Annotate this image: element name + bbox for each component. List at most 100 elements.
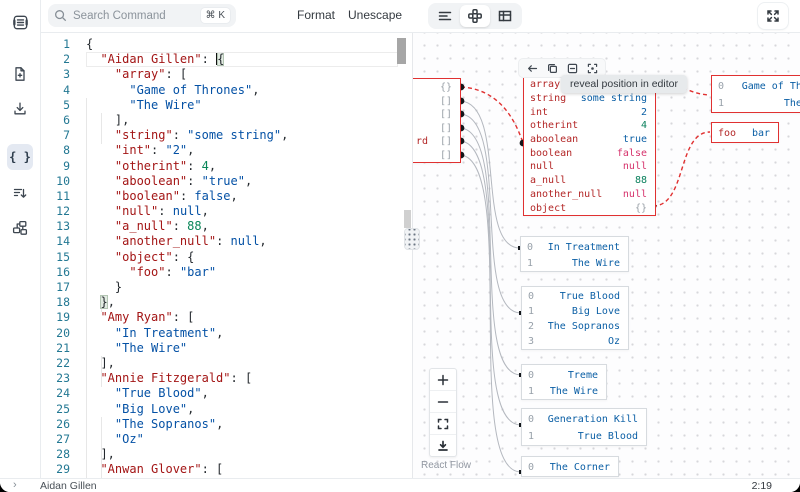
code-line: 22 ],	[40, 356, 398, 371]
code-line: 16 "foo": "bar"	[40, 265, 398, 280]
back-icon[interactable]	[526, 62, 538, 74]
code-line: 4 "Game of Thrones",	[40, 83, 398, 98]
line-number: 29	[40, 462, 70, 477]
line-number: 10	[40, 174, 70, 189]
code-line: 27 "Oz"	[40, 432, 398, 447]
text-view-button[interactable]	[430, 5, 460, 27]
line-number: 3	[40, 67, 70, 82]
download-icon[interactable]	[7, 96, 33, 122]
line-number: 21	[40, 341, 70, 356]
line-number: 16	[40, 265, 70, 280]
graph-view-button[interactable]	[460, 5, 490, 27]
graph-edge	[461, 128, 521, 375]
node-row: 1The Wire	[522, 383, 606, 399]
zoom-out-button[interactable]	[430, 391, 456, 413]
node-row: 0Generation Kill	[522, 411, 646, 428]
graph-node-aidan[interactable]: array[]stringsome stringint2otherint4abo…	[523, 75, 656, 216]
graph-node-alice[interactable]: 0The Corner	[521, 456, 619, 477]
search-icon	[54, 9, 67, 22]
node-row: []	[412, 149, 460, 163]
zoom-in-button[interactable]	[430, 369, 456, 391]
graph-node-annie[interactable]: 0True Blood1Big Love2The Sopranos3Oz	[521, 286, 629, 350]
line-number: 14	[40, 234, 70, 249]
app-logo-icon[interactable]	[7, 9, 33, 35]
code-line: 20 "In Treatment",	[40, 326, 398, 341]
code-line: 24 "True Blood",	[40, 386, 398, 401]
focus-icon[interactable]	[586, 62, 598, 74]
node-row: 2The Sopranos	[522, 319, 628, 334]
graph-node-foo[interactable]: foobar	[711, 122, 779, 143]
line-number: 24	[40, 386, 70, 401]
node-row: 1True Blood	[522, 428, 646, 445]
line-number: 2	[40, 52, 70, 67]
breadcrumb: Aidan Gillen	[40, 480, 97, 492]
graph-view-icon	[468, 9, 482, 23]
code-line: 21 "The Wire"	[40, 341, 398, 356]
line-number: 26	[40, 417, 70, 432]
graph-node-amy[interactable]: 0In Treatment1The Wire	[520, 236, 629, 272]
fullscreen-icon	[766, 9, 780, 23]
node-row: []	[412, 122, 460, 136]
sidebar: { }	[0, 0, 41, 478]
node-row: 0The Corner	[522, 459, 618, 476]
node-row: object{}	[524, 201, 655, 215]
search-placeholder: Search Command	[73, 10, 201, 22]
node-hierarchy-icon[interactable]	[7, 215, 33, 241]
line-number: 27	[40, 432, 70, 447]
node-row: a_null88	[524, 174, 655, 188]
graph-edge	[461, 114, 521, 313]
file-import-icon[interactable]	[7, 61, 33, 87]
format-button[interactable]: Format	[297, 8, 335, 22]
breadcrumb-chevron-icon[interactable]: ›	[13, 479, 17, 491]
line-number: 7	[40, 128, 70, 143]
line-number: 11	[40, 189, 70, 204]
node-row: foobar	[712, 125, 778, 142]
node-row: 1The Wire	[521, 255, 628, 271]
json-braces-icon[interactable]: { }	[7, 144, 33, 170]
graph-canvas[interactable]: {}[][][]rd[][]array[]stringsome stringin…	[412, 32, 800, 478]
line-number: 6	[40, 113, 70, 128]
graph-node-anwan[interactable]: 0Treme1The Wire	[521, 364, 607, 400]
code-line: 3 "array": [	[40, 67, 398, 82]
node-row: 0True Blood	[522, 289, 628, 304]
code-line: 5 "The Wire"	[40, 98, 398, 113]
node-row: 0Treme	[522, 367, 606, 383]
download-image-button[interactable]	[430, 435, 456, 456]
copy-icon[interactable]	[546, 62, 558, 74]
line-number: 9	[40, 159, 70, 174]
code-editor[interactable]: 1{2 "Aidan Gillen": {3 "array": [4 "Game…	[40, 32, 412, 478]
app-window: { } Search Command ⌘ K Format Unescape	[0, 0, 800, 492]
node-row: 3Oz	[522, 334, 628, 349]
graph-edge	[461, 101, 520, 248]
graph-node-alex[interactable]: 0Generation Kill1True Blood	[521, 408, 647, 446]
code-line: 28 ],	[40, 447, 398, 462]
code-line: 6 ],	[40, 113, 398, 128]
editor-scrollbar[interactable]	[397, 38, 406, 64]
table-view-icon	[498, 9, 512, 23]
graph-node-got[interactable]: 0Game of Thrones1The Wire	[711, 75, 800, 113]
code-line: 26 "The Sopranos",	[40, 417, 398, 432]
reactflow-attribution[interactable]: React Flow	[421, 460, 471, 471]
table-view-button[interactable]	[490, 5, 520, 27]
node-row: stringsome string	[524, 92, 655, 106]
node-row: int2	[524, 105, 655, 119]
graph-node-root[interactable]: {}[][][]rd[][]	[412, 78, 461, 163]
graph-edge	[461, 87, 523, 143]
code-line: 19 "Amy Ryan": [	[40, 310, 398, 325]
code-line: 14 "another_null": null,	[40, 234, 398, 249]
code-line: 13 "a_null": 88,	[40, 219, 398, 234]
code-line: 9 "otherint": 4,	[40, 159, 398, 174]
search-input[interactable]: Search Command ⌘ K	[48, 4, 236, 27]
panel-resize-handle[interactable]	[404, 228, 420, 250]
line-number: 5	[40, 98, 70, 113]
fullscreen-button[interactable]	[758, 3, 788, 29]
line-number: 20	[40, 326, 70, 341]
line-number: 8	[40, 143, 70, 158]
node-row: 1The Wire	[712, 95, 800, 112]
node-row: nullnull	[524, 160, 655, 174]
graph-edge	[653, 132, 710, 206]
collapse-node-icon[interactable]	[566, 62, 578, 74]
fit-view-button[interactable]	[430, 413, 456, 435]
unescape-button[interactable]: Unescape	[348, 8, 402, 22]
sort-lines-icon[interactable]	[7, 180, 33, 206]
